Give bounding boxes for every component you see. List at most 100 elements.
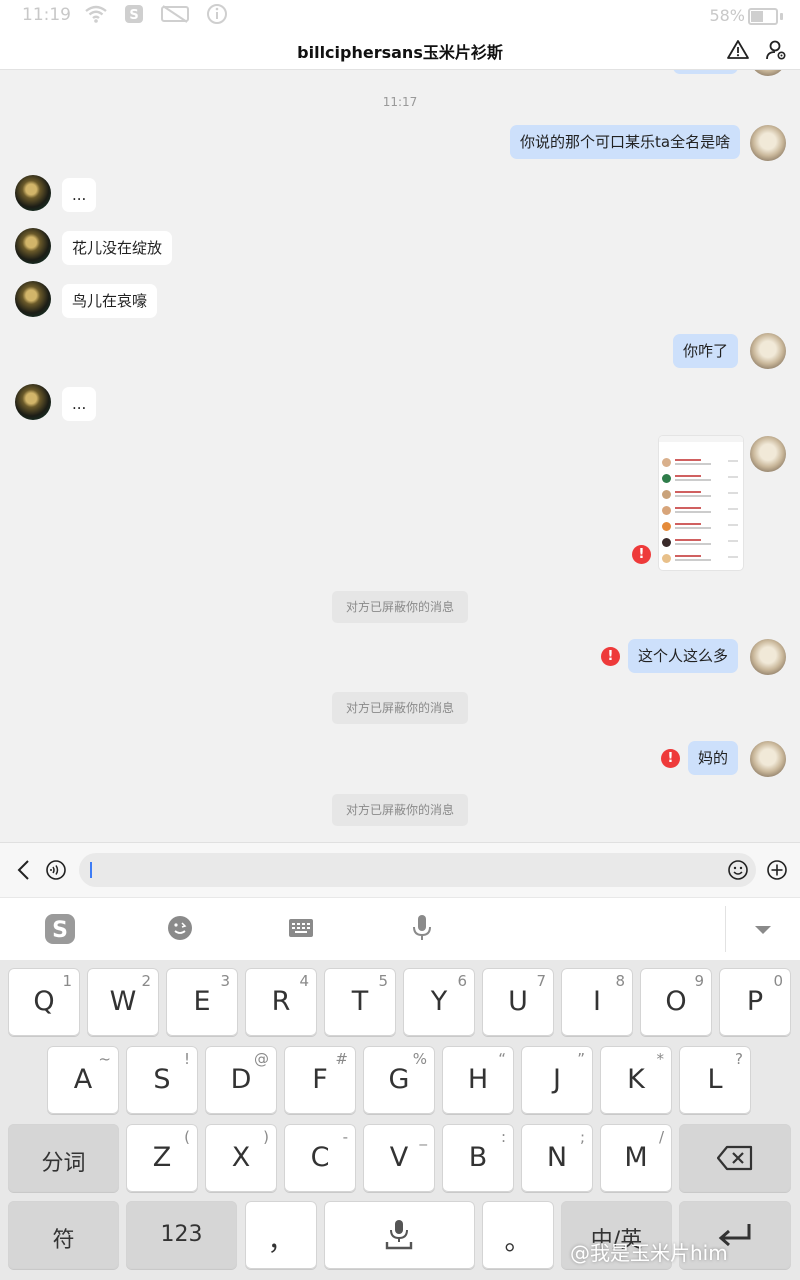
self-avatar[interactable] xyxy=(750,639,786,675)
message-bubble-peer[interactable]: ... xyxy=(62,387,97,421)
peer-avatar[interactable] xyxy=(15,384,51,420)
status-time: 11:19 xyxy=(22,5,71,25)
screenshot-row xyxy=(662,506,740,516)
emoji-keyboard-icon[interactable] xyxy=(167,915,193,941)
message-bubble-peer[interactable]: ... xyxy=(62,178,97,212)
key-p[interactable]: 0P xyxy=(719,968,791,1036)
screenshot-row xyxy=(662,554,740,564)
key-t[interactable]: 5T xyxy=(324,968,396,1036)
voice-space-icon xyxy=(385,1220,413,1250)
microphone-icon[interactable] xyxy=(412,914,432,942)
contact-settings-icon[interactable] xyxy=(764,38,788,62)
peer-avatar[interactable] xyxy=(15,228,51,264)
key-k[interactable]: * K xyxy=(600,1046,672,1114)
symbol-key[interactable]: 符 xyxy=(8,1201,119,1269)
status-icons: S xyxy=(84,3,228,25)
key-b[interactable]: :B xyxy=(442,1124,514,1192)
key-x[interactable]: ) X xyxy=(205,1124,277,1192)
key-j[interactable]: ” J xyxy=(521,1046,593,1114)
chat-header: billciphersans玉米片衫斯 xyxy=(0,30,800,70)
blocked-notice: 对方已屏蔽你的消息 xyxy=(332,591,469,623)
battery-icon xyxy=(748,8,778,25)
message-bubble-cut-off[interactable] xyxy=(673,70,738,74)
self-avatar[interactable] xyxy=(750,436,786,472)
self-avatar[interactable] xyxy=(750,333,786,369)
toolbar-divider xyxy=(725,906,726,952)
add-attachment-icon[interactable] xyxy=(766,859,788,881)
key-i[interactable]: 8I xyxy=(561,968,633,1036)
message-timestamp: 11:17 xyxy=(382,95,418,109)
voice-input-icon[interactable] xyxy=(45,859,67,881)
key-g[interactable]: % G xyxy=(363,1046,435,1114)
segment-key[interactable]: 分词 xyxy=(8,1124,119,1192)
watermark-text: @我是玉米片him xyxy=(570,1241,728,1265)
key-h[interactable]: “H xyxy=(442,1046,514,1114)
image-message-screenshot[interactable] xyxy=(659,436,743,570)
keyboard-toolbar: S xyxy=(0,897,800,961)
message-bubble-peer[interactable]: 鸟儿在哀嚎 xyxy=(62,284,158,318)
self-avatar[interactable] xyxy=(750,125,786,161)
wifi-icon xyxy=(85,5,107,23)
peer-avatar[interactable] xyxy=(15,281,51,317)
key-u[interactable]: 7U xyxy=(482,968,554,1036)
key-y[interactable]: 6Y xyxy=(403,968,475,1036)
key-n[interactable]: ; N xyxy=(521,1124,593,1192)
message-bubble-peer[interactable]: 花儿没在绽放 xyxy=(62,231,173,265)
comma-key[interactable]: ， xyxy=(245,1201,317,1269)
key-z[interactable]: (Z xyxy=(126,1124,198,1192)
period-key[interactable]: 。 xyxy=(482,1201,554,1269)
key-w[interactable]: 2W xyxy=(87,968,159,1036)
chat-area[interactable]: 11:17 你说的那个可口某乐ta全名是啥 ... 花儿没在绽放 鸟儿在哀嚎 你… xyxy=(0,70,800,842)
message-bubble-self[interactable]: 这个人这么多 xyxy=(628,639,739,673)
key-a[interactable]: ~ A xyxy=(47,1046,119,1114)
back-arrow-icon[interactable] xyxy=(14,859,34,881)
battery-percent: 58% xyxy=(709,6,745,25)
key-q[interactable]: 1Q xyxy=(8,968,80,1036)
text-cursor xyxy=(90,862,92,878)
self-avatar[interactable] xyxy=(750,70,786,76)
message-bubble-self[interactable]: 你说的那个可口某乐ta全名是啥 xyxy=(510,125,741,159)
collapse-keyboard-icon[interactable] xyxy=(754,924,772,936)
key-l[interactable]: ? L xyxy=(679,1046,751,1114)
key-c[interactable]: -C xyxy=(284,1124,356,1192)
key-s[interactable]: ! S xyxy=(126,1046,198,1114)
screenshot-row xyxy=(662,458,740,468)
backspace-key[interactable] xyxy=(679,1124,791,1192)
emoji-icon[interactable] xyxy=(727,859,749,881)
screenshot-row xyxy=(662,490,740,500)
key-v[interactable]: _ V xyxy=(363,1124,435,1192)
blocked-notice: 对方已屏蔽你的消息 xyxy=(332,692,469,724)
key-m[interactable]: / M xyxy=(600,1124,672,1192)
screenshot-row xyxy=(662,474,740,484)
sogou-logo-icon[interactable]: S xyxy=(43,912,77,946)
key-d[interactable]: @ D xyxy=(205,1046,277,1114)
screenshot-row xyxy=(662,522,740,532)
warning-icon[interactable] xyxy=(726,38,750,62)
space-key[interactable] xyxy=(324,1201,475,1269)
mute-icon xyxy=(161,5,189,23)
key-r[interactable]: 4R xyxy=(245,968,317,1036)
status-bar: 11:19 S 58% xyxy=(0,0,800,30)
message-bubble-self[interactable]: 妈的 xyxy=(688,741,739,775)
key-f[interactable]: # F xyxy=(284,1046,356,1114)
keyboard-layout-icon[interactable] xyxy=(288,917,314,939)
sogou-notification-icon: S xyxy=(125,5,143,23)
info-icon xyxy=(207,4,227,24)
key-o[interactable]: 9O xyxy=(640,968,712,1036)
backspace-icon xyxy=(717,1145,753,1171)
send-failed-icon[interactable]: ! xyxy=(632,545,651,564)
key-e[interactable]: 3E xyxy=(166,968,238,1036)
message-input[interactable] xyxy=(79,853,756,887)
svg-text:S: S xyxy=(129,8,138,23)
soft-keyboard: 1Q 2W 3E 4R 5T 6Y 7U 8I 9O 0P ~ A ! S @ D #… xyxy=(0,960,800,1280)
battery-tip xyxy=(780,13,783,20)
self-avatar[interactable] xyxy=(750,741,786,777)
send-failed-icon[interactable]: ! xyxy=(601,647,620,666)
peer-avatar[interactable] xyxy=(15,175,51,211)
message-bubble-self[interactable]: 你咋了 xyxy=(673,334,739,368)
blocked-notice: 对方已屏蔽你的消息 xyxy=(332,794,469,826)
numbers-key[interactable]: 123 xyxy=(126,1201,237,1269)
chat-title: billciphersans玉米片衫斯 xyxy=(297,43,503,62)
message-input-bar xyxy=(0,842,800,897)
send-failed-icon[interactable]: ! xyxy=(661,749,680,768)
